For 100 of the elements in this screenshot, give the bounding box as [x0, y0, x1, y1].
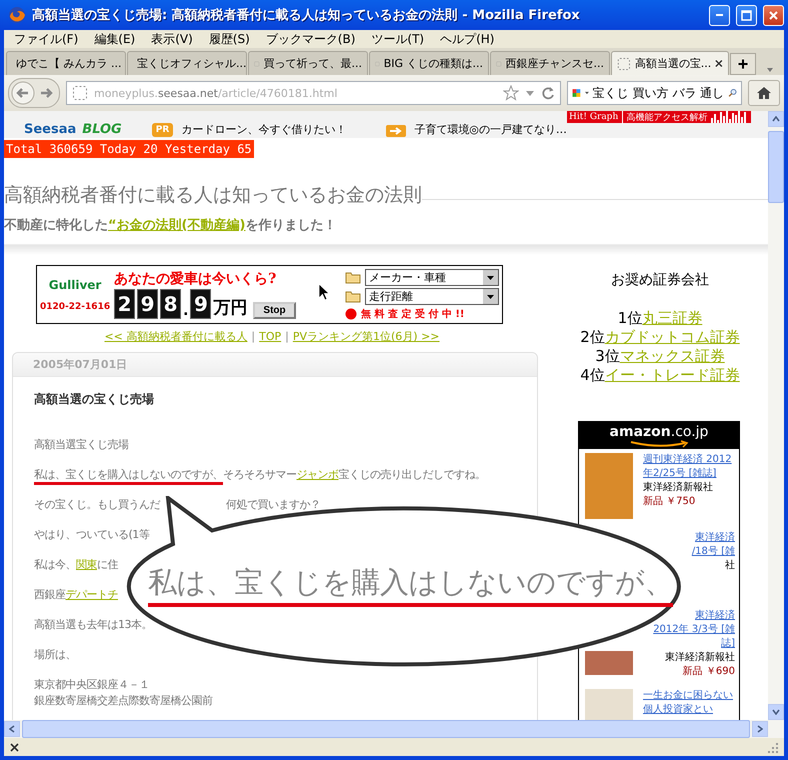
price-digit: 9 [190, 289, 212, 319]
rank-label: 1位 [618, 309, 642, 327]
minimize-button[interactable] [709, 4, 730, 26]
folder-icon [345, 270, 361, 284]
search-field[interactable]: 宝くじ 買い方 バラ 通し [567, 81, 742, 105]
product-link[interactable]: 2012年 3/3号 [雑 [653, 624, 735, 635]
promo-link[interactable]: 子育て環境◎の一戸建てなり… [414, 123, 567, 137]
publisher: 東洋経済新報社 [665, 652, 735, 663]
menu-item[interactable]: 編集(E) [86, 30, 144, 48]
menu-item[interactable]: 表示(V) [143, 30, 201, 48]
new-tab-button[interactable]: + [730, 53, 756, 75]
chevron-left-icon [9, 725, 15, 733]
ad-notice: 無 料 査 定 受 付 中 !! [361, 307, 464, 320]
product-link[interactable]: 東洋経済 [695, 610, 735, 621]
smile-arrow-icon [629, 440, 689, 448]
chevron-up-icon [772, 116, 780, 122]
product-link[interactable]: 東洋経済 [695, 532, 735, 543]
price: 新品 ￥750 [643, 496, 696, 507]
scroll-right-button[interactable] [752, 721, 768, 737]
address-field[interactable]: moneyplus.seesaa.net/article/4760181.html [66, 81, 561, 105]
stop-button[interactable]: Stop [253, 302, 296, 319]
product-link[interactable]: /18号 [雑 [692, 546, 735, 557]
visit-counter: Total 360659 Today 20 Yesterday 65 [4, 140, 254, 158]
price-digit: 9 [137, 289, 158, 319]
post-date: 2005年07月01日 [13, 353, 537, 377]
menu-item[interactable]: ブックマーク(B) [258, 30, 364, 48]
menu-item[interactable]: ヘルプ(H) [432, 30, 502, 48]
dot-icon [345, 308, 357, 320]
close-button[interactable] [763, 4, 784, 26]
rank-label: 2位 [580, 328, 605, 346]
amazon-logo[interactable]: amazon.co.jp [579, 422, 739, 449]
separator: | [251, 330, 256, 343]
decimal-point: . [183, 303, 188, 319]
close-icon [768, 10, 779, 20]
chevron-right-icon [757, 725, 763, 733]
browser-tab[interactable]: 宝くじオフィシャル... [127, 51, 247, 75]
sidebar-heading: お奨め証券会社 [610, 271, 710, 289]
product-link[interactable]: 週刊東洋経済 2012 [643, 454, 732, 465]
phone-number: 0120-22-1616 [40, 302, 110, 312]
browser-tab[interactable]: 西銀座チャンスセ... [490, 51, 610, 75]
ad-logo: Gulliver [48, 278, 102, 292]
scrollbar-thumb[interactable] [768, 131, 784, 203]
product-link[interactable]: 個人投資家とい [643, 704, 713, 715]
resize-grip-icon [766, 741, 778, 753]
maximize-icon [741, 10, 752, 20]
scroll-left-button[interactable] [4, 721, 20, 737]
pr-badge: PR [152, 123, 174, 137]
home-button[interactable] [748, 80, 780, 106]
rank-label: 3位 [595, 347, 620, 365]
product-link[interactable]: 一生お金に困らない [643, 690, 733, 701]
dropdown-icon [525, 88, 535, 98]
blog-logo[interactable]: Seesaa BLOG [24, 123, 122, 137]
reload-icon [541, 86, 555, 100]
rank-label: 4位 [580, 366, 605, 384]
price-unit: 万円 [213, 297, 248, 319]
dropdown-icon [483, 270, 498, 284]
price: 新品 ￥690 [682, 666, 735, 677]
close-icon [10, 742, 19, 752]
blog-title[interactable]: 高額納税者番付に載る人は知っているお金の法則 [4, 182, 422, 208]
product-link[interactable]: 誌] [721, 638, 735, 649]
back-forward-control[interactable] [8, 78, 60, 108]
ad-link[interactable]: カードローン、今すぐ借りたい！ [181, 123, 346, 137]
price-digit: 8 [160, 289, 182, 319]
browser-tab[interactable]: 高額当選の宝... [611, 51, 729, 75]
browser-tab[interactable]: ゆでこ【 みんカラ ... [6, 51, 126, 75]
dropdown-icon [483, 288, 498, 304]
dropdown-icon [584, 90, 589, 96]
star-icon [503, 85, 519, 101]
ad-headline: あなたの愛車は今いくら? [114, 270, 278, 288]
scroll-up-button[interactable] [768, 111, 784, 127]
car-ad-banner[interactable]: Gulliver 0120-22-1616 あなたの愛車は今いくら? 2 9 8 . 9 万円 Stop メーカー・車種 走行距離 無 料 査 定 受 付 中 !! [36, 265, 503, 324]
menu-item[interactable]: ファイル(F) [6, 30, 86, 48]
publisher: 社 [725, 560, 735, 571]
dropdown-select[interactable]: メーカー・車種 [365, 268, 499, 286]
arrow-right-icon [386, 125, 406, 137]
dropdown-select[interactable]: 走行距離 [365, 288, 499, 304]
scrollbar-thumb[interactable] [22, 720, 750, 738]
firefox-icon [8, 6, 26, 24]
minimize-icon [716, 14, 723, 16]
mouse-pointer-icon [318, 283, 330, 301]
browser-tab[interactable]: 買って祈って、最... [248, 51, 368, 75]
blank-page-icon [617, 56, 631, 72]
maximize-button[interactable] [736, 4, 757, 26]
scroll-down-button[interactable] [768, 704, 784, 720]
close-icon [715, 59, 723, 68]
folder-icon [345, 290, 361, 302]
menu-item[interactable]: ツール(T) [363, 30, 432, 48]
menu-item[interactable]: 履歴(S) [200, 30, 258, 48]
publisher: 東洋経済新報社 [643, 482, 713, 493]
separator: | [285, 330, 289, 343]
product-link[interactable]: 年2/25号 [雑誌] [643, 468, 716, 479]
post-title: 高額当選の宝くじ売場 [34, 391, 155, 408]
callout-text: 私は、宝くじを購入はしないのですが、 [148, 563, 673, 607]
browser-tab[interactable]: BIG くじの種類は... [369, 51, 489, 75]
window-title: 高額当選の宝くじ売場: 高額納税者番付に載る人は知っているお金の法則 - Mozilla Firefox [32, 6, 581, 24]
access-analytics-banner[interactable]: Hit! Graph 高機能アクセス解析 [567, 111, 752, 123]
home-icon [756, 86, 772, 100]
chevron-down-icon [772, 709, 780, 715]
blank-page-icon [72, 85, 88, 101]
blog-subtitle: 不動産に特化した“お金の法則(不動産編)を作りました！ [4, 216, 338, 234]
